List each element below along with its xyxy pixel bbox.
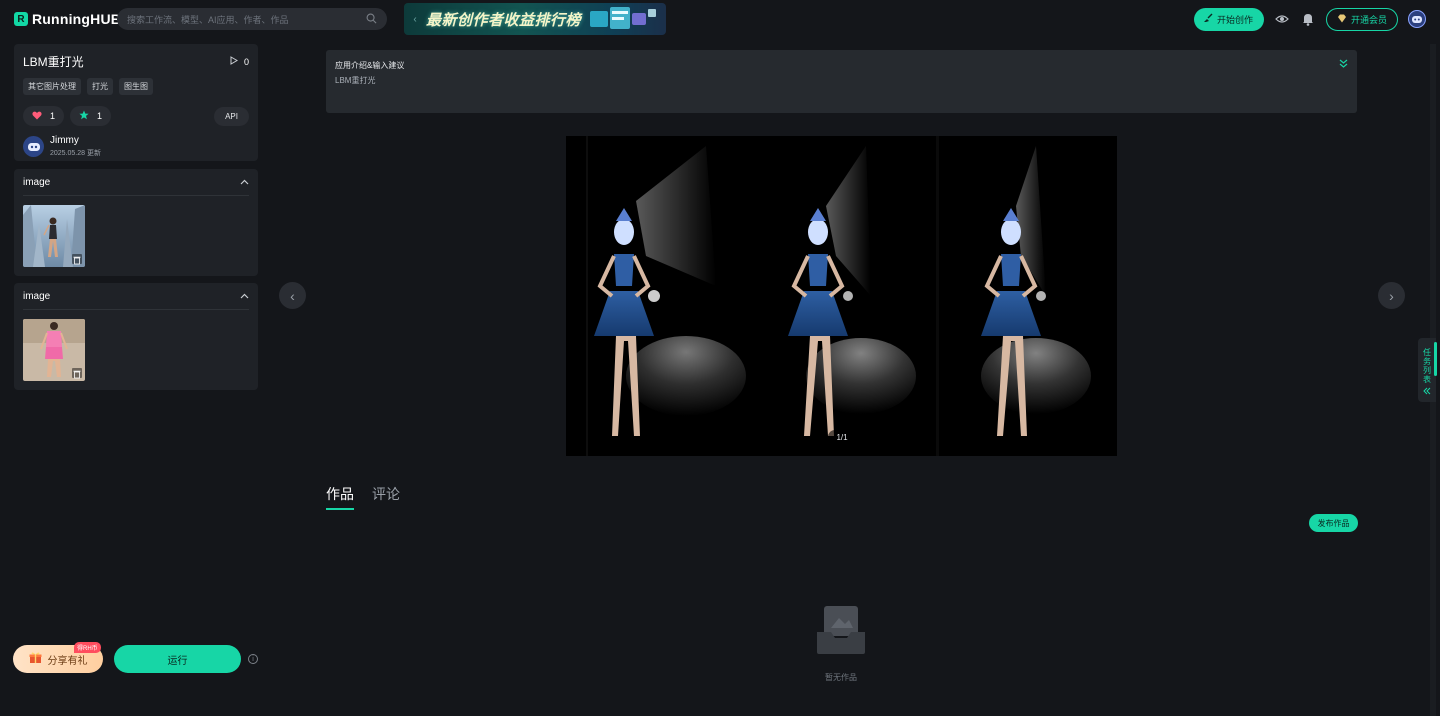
result-image-viewer[interactable]	[566, 136, 1117, 456]
header-actions: 开始创作 开通会员	[1193, 7, 1426, 31]
tag[interactable]: 图生图	[119, 78, 153, 95]
app-intro-panel: 应用介绍&输入建议 LBM重打光	[326, 50, 1357, 113]
play-icon	[230, 56, 238, 67]
empty-inbox-icon	[817, 606, 865, 654]
run-button[interactable]: 运行	[114, 645, 241, 673]
run-count: 0	[230, 56, 249, 67]
content-tabs: 作品 评论	[326, 484, 400, 510]
task-list-indicator	[1434, 342, 1437, 376]
result-image-relit-figures	[566, 136, 1117, 456]
author-updated-date: 2025.05.28 更新	[50, 150, 101, 157]
heart-icon	[32, 111, 42, 122]
trash-icon[interactable]	[72, 368, 82, 379]
info-icon[interactable]: i	[248, 654, 258, 664]
double-chevron-left-icon	[1423, 384, 1431, 398]
logo[interactable]: R RunningHUB	[14, 11, 121, 27]
rh-coin-badge: 得RH币	[74, 642, 101, 653]
brush-icon	[1203, 13, 1213, 25]
image-input-label: image	[23, 290, 51, 302]
search-placeholder: 搜索工作流、模型、AI应用、作者、作品	[127, 14, 289, 25]
chevron-up-icon[interactable]	[240, 291, 249, 302]
api-button[interactable]: API	[214, 106, 249, 126]
tag-list: 其它图片处理 打光 图生图	[23, 78, 249, 95]
app-info-card: LBM重打光 0 其它图片处理 打光 图生图 1 1 API Jimmy 202…	[14, 44, 258, 161]
eye-icon[interactable]	[1274, 11, 1290, 27]
tag[interactable]: 其它图片处理	[23, 78, 81, 95]
image-input-card: image	[14, 283, 258, 390]
author-name[interactable]: Jimmy	[50, 135, 101, 146]
gift-icon	[29, 651, 42, 667]
previous-image-button[interactable]: ‹	[279, 282, 306, 309]
favorite-button[interactable]: 1	[70, 106, 112, 126]
publish-work-button[interactable]: 发布作品	[1309, 514, 1358, 532]
uploaded-image-thumbnail[interactable]	[23, 319, 85, 381]
app-title: LBM重打光	[23, 55, 84, 69]
start-create-button[interactable]: 开始创作	[1193, 7, 1264, 31]
diamond-icon	[1337, 14, 1347, 25]
next-image-button[interactable]: ›	[1378, 282, 1405, 309]
trash-icon[interactable]	[72, 254, 82, 265]
like-button[interactable]: 1	[23, 106, 65, 126]
vip-button[interactable]: 开通会员	[1325, 7, 1398, 31]
empty-works-text: 暂无作品	[825, 673, 857, 682]
tab-comments[interactable]: 评论	[372, 484, 400, 510]
intro-title: 应用介绍&输入建议	[335, 61, 405, 70]
chevron-up-icon[interactable]	[240, 177, 249, 188]
author-avatar[interactable]	[23, 136, 44, 157]
search-input[interactable]: 搜索工作流、模型、AI应用、作者、作品	[117, 8, 387, 30]
banner-text: 最新创作者收益排行榜	[426, 10, 582, 29]
bell-icon[interactable]	[1300, 11, 1316, 27]
double-chevron-down-icon[interactable]	[1339, 59, 1348, 71]
star-icon	[79, 110, 89, 122]
share-reward-label: 分享有礼	[47, 655, 88, 667]
favorite-count: 1	[97, 111, 103, 121]
image-input-header[interactable]: image	[23, 283, 249, 310]
uploaded-image-thumbnail[interactable]	[23, 205, 85, 267]
chevron-left-icon[interactable]: ‹	[404, 14, 426, 25]
tab-works[interactable]: 作品	[326, 484, 354, 510]
run-count-value: 0	[243, 56, 249, 67]
search-icon[interactable]	[366, 13, 377, 26]
logo-mark: R	[14, 12, 28, 26]
vip-label: 开通会员	[1350, 14, 1387, 25]
intro-subtitle: LBM重打光	[335, 76, 376, 85]
author-row[interactable]: Jimmy 2025.05.28 更新	[23, 135, 249, 158]
tag[interactable]: 打光	[87, 78, 113, 95]
image-input-header[interactable]: image	[23, 169, 249, 196]
image-input-label: image	[23, 176, 51, 188]
image-counter: 1/1	[828, 430, 856, 445]
user-avatar[interactable]	[1408, 10, 1426, 28]
like-count: 1	[50, 111, 56, 121]
banner-illustration	[590, 7, 656, 29]
start-create-label: 开始创作	[1216, 14, 1253, 25]
task-list-label: 任务列表	[1422, 348, 1432, 384]
image-input-card: image	[14, 169, 258, 276]
promo-banner[interactable]: ‹ 最新创作者收益排行榜	[404, 3, 666, 35]
brand-name: RunningHUB	[32, 11, 122, 27]
